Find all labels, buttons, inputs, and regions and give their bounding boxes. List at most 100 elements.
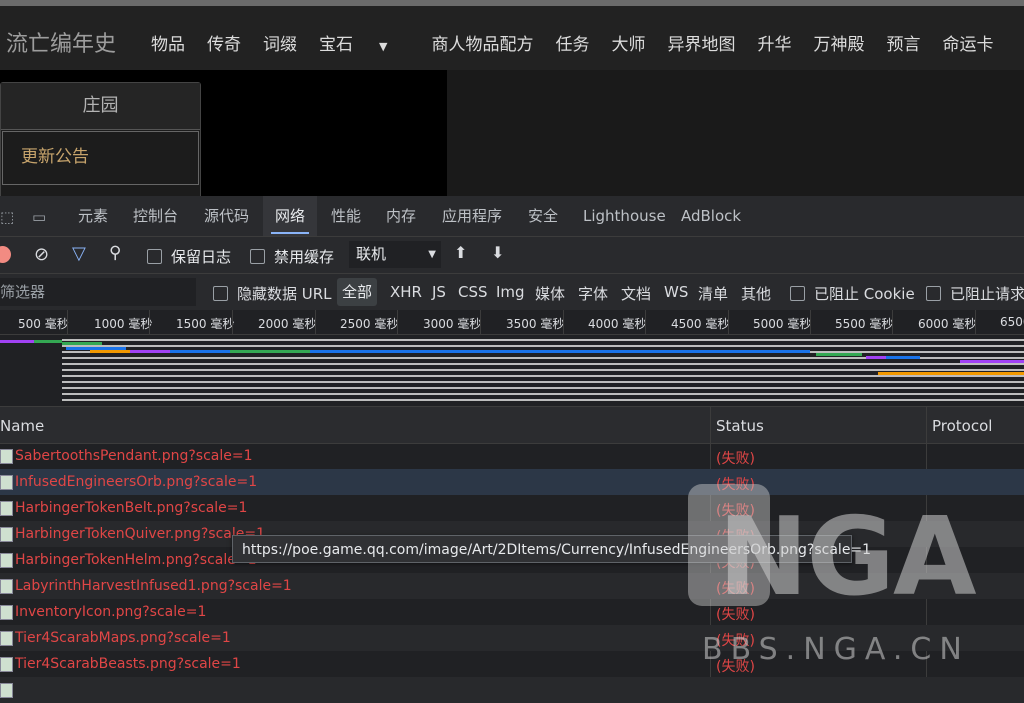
blocked-requests-checkbox[interactable]: 已阻止请求 (926, 283, 1024, 304)
timeline-gridline (397, 310, 398, 334)
tab-elements[interactable]: 元素 (78, 196, 108, 236)
nav-item-divination[interactable]: 命运卡 (942, 30, 993, 55)
preserve-log-checkbox[interactable]: 保留日志 (147, 246, 231, 267)
file-icon (0, 605, 13, 620)
file-icon (0, 501, 13, 516)
waterfall-line (62, 381, 1024, 383)
table-row-partial[interactable] (0, 677, 1024, 703)
blocked-cookies-checkbox[interactable]: 已阻止 Cookie (790, 283, 915, 304)
waterfall-line (62, 363, 1024, 365)
waterfall-line (62, 387, 1024, 389)
filter-type-font[interactable]: 字体 (578, 283, 608, 304)
filter-type-css[interactable]: CSS (458, 283, 488, 301)
nav-item-masters[interactable]: 大师 (611, 30, 645, 55)
tab-sources[interactable]: 源代码 (204, 196, 249, 236)
nav-item-recipes[interactable]: 商人物品配方 (431, 30, 533, 55)
tab-performance[interactable]: 性能 (331, 196, 361, 236)
timeline-gridline (645, 310, 646, 334)
request-name: InventoryIcon.png?scale=1 (15, 604, 207, 620)
timeline-tick: 5500 毫秒 (835, 317, 894, 331)
waterfall-bar (0, 340, 34, 343)
file-icon (0, 553, 13, 568)
nav-item-quests[interactable]: 任务 (555, 30, 589, 55)
tab-lighthouse[interactable]: Lighthouse (583, 196, 666, 236)
waterfall-bar (230, 350, 310, 353)
waterfall-bar (62, 342, 102, 345)
filter-type-js[interactable]: JS (432, 283, 446, 301)
filter-type-xhr[interactable]: XHR (390, 283, 422, 301)
blocked-cookies-label: 已阻止 Cookie (814, 285, 915, 303)
import-har-icon[interactable]: ⬆ (454, 243, 467, 262)
throttle-select[interactable]: 联机 ▼ (349, 241, 441, 268)
filter-type-all[interactable]: 全部 (337, 278, 378, 306)
filter-icon[interactable]: ▽ (72, 243, 86, 264)
clear-icon[interactable]: ⊘ (34, 244, 49, 265)
checkbox-box (250, 249, 265, 264)
timeline-tick: 5000 毫秒 (753, 317, 812, 331)
filter-type-media[interactable]: 媒体 (535, 283, 565, 304)
hide-data-url-label: 隐藏数据 URL (237, 285, 332, 303)
request-name: Tier4ScarabBeasts.png?scale=1 (15, 656, 241, 672)
disable-cache-checkbox[interactable]: 禁用缓存 (250, 246, 334, 267)
table-row[interactable]: SabertoothsPendant.png?scale=1 (失败) (0, 443, 1024, 469)
tab-console[interactable]: 控制台 (133, 196, 178, 236)
search-icon[interactable]: ⚲ (109, 243, 121, 263)
waterfall-bar (866, 356, 886, 359)
timeline-tick: 3000 毫秒 (423, 317, 482, 331)
timeline-gridline (810, 310, 811, 334)
timeline-waterfall-bars (0, 335, 1024, 405)
nav-item-ascendancy[interactable]: 升华 (757, 30, 791, 55)
nga-watermark: NGA BBS.NGA.CN (688, 470, 1008, 670)
waterfall-line (62, 375, 1024, 377)
tab-application[interactable]: 应用程序 (442, 196, 502, 236)
waterfall-bar (816, 353, 862, 356)
filter-type-doc[interactable]: 文档 (621, 283, 651, 304)
tab-network[interactable]: 网络 (263, 196, 318, 236)
inspect-element-icon[interactable]: ⬚ (0, 208, 14, 226)
site-brand[interactable]: 流亡编年史 (6, 26, 116, 58)
request-name: InfusedEngineersOrb.png?scale=1 (15, 474, 258, 490)
timeline-gridline (232, 310, 233, 334)
filter-input[interactable]: 筛选器 (0, 278, 196, 306)
file-icon (0, 683, 13, 698)
record-icon[interactable] (0, 246, 11, 263)
filter-type-other[interactable]: 其他 (741, 283, 771, 304)
device-toolbar-icon[interactable]: ▭ (32, 208, 46, 226)
checkbox-box (790, 286, 805, 301)
timeline-tick: 4000 毫秒 (588, 317, 647, 331)
checkbox-box (926, 286, 941, 301)
nav-item-pantheon[interactable]: 万神殿 (813, 30, 864, 55)
tab-adblock[interactable]: AdBlock (681, 196, 741, 236)
waterfall-bar (886, 356, 920, 359)
side-panel-item-updates[interactable]: 更新公告 (2, 131, 199, 185)
nav-item-items[interactable]: 物品 (151, 30, 185, 55)
nav-item-uniques[interactable]: 传奇 (207, 30, 241, 55)
timeline-tick: 2500 毫秒 (340, 317, 399, 331)
watermark-site-text: BBS.NGA.CN (702, 632, 970, 667)
nav-item-prophecy[interactable]: 预言 (886, 30, 920, 55)
side-panel: 庄园 更新公告 (0, 82, 201, 196)
column-header-name[interactable]: Name (0, 417, 44, 435)
network-filterbar: 筛选器 隐藏数据 URL 全部 XHR JS CSS Img 媒体 字体 文档 … (0, 274, 1024, 311)
filter-type-img[interactable]: Img (496, 283, 525, 301)
network-toolbar: ⊘ ▽ ⚲ 保留日志 禁用缓存 联机 ▼ ⬆ ⬇ (0, 237, 1024, 274)
filter-type-manifest[interactable]: 清单 (698, 283, 728, 304)
filter-type-ws[interactable]: WS (664, 283, 688, 301)
nav-item-mods[interactable]: 词缀 (263, 30, 297, 55)
tab-security[interactable]: 安全 (528, 196, 558, 236)
waterfall-bar (960, 360, 1024, 363)
timeline-tick: 2000 毫秒 (258, 317, 317, 331)
nav-item-gems-dropdown[interactable]: 宝石 ▼ (319, 30, 409, 55)
column-header-protocol[interactable]: Protocol (932, 417, 992, 435)
timeline-tick: 500 毫秒 (18, 317, 69, 331)
request-name: HarbingerTokenQuiver.png?scale=1 (15, 526, 265, 542)
caret-down-icon: ▼ (379, 40, 388, 53)
export-har-icon[interactable]: ⬇ (491, 243, 504, 262)
hide-data-url-checkbox[interactable]: 隐藏数据 URL (213, 283, 332, 304)
tab-memory[interactable]: 内存 (386, 196, 416, 236)
network-overview-timeline[interactable]: 500 毫秒 1000 毫秒 1500 毫秒 2000 毫秒 2500 毫秒 3… (0, 310, 1024, 407)
timeline-gridline (67, 310, 68, 334)
waterfall-bar (878, 372, 1024, 375)
column-header-status[interactable]: Status (716, 417, 764, 435)
nav-item-atlas[interactable]: 异界地图 (667, 30, 735, 55)
